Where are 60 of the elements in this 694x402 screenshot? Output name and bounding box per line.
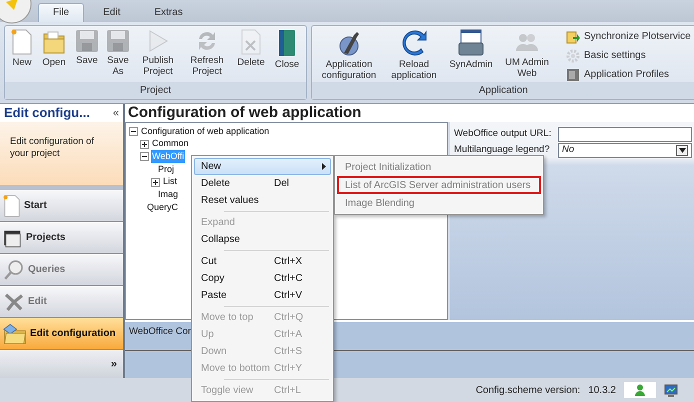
menu-item[interactable]: Collapse — [194, 231, 331, 248]
input-field[interactable] — [558, 127, 692, 142]
expander-icon[interactable] — [151, 178, 160, 187]
expander-icon[interactable] — [140, 152, 149, 162]
menu-item[interactable]: Copy Ctrl+C — [194, 270, 331, 287]
ribbon-button[interactable]: Reload application — [385, 29, 443, 82]
nav-button[interactable]: Edit configuration — [0, 318, 123, 350]
splitter-handle[interactable] — [0, 185, 123, 190]
field-label: Multilanguage legend? — [454, 143, 551, 158]
nav-button[interactable]: Projects — [0, 222, 123, 254]
play-icon — [147, 29, 169, 53]
document-x-icon — [240, 29, 262, 55]
book-icon — [277, 29, 297, 57]
toolbox-icon — [457, 29, 485, 57]
new-document-icon — [10, 29, 34, 55]
expander-icon[interactable] — [129, 126, 138, 136]
search-icon — [2, 258, 26, 281]
ribbon-button[interactable]: Open — [38, 29, 70, 82]
collapse-button[interactable]: « — [112, 104, 119, 122]
menu-item[interactable]: Paste Ctrl+V — [194, 287, 331, 304]
group-label: Project — [5, 82, 306, 99]
menu-tab[interactable]: Extras — [139, 3, 198, 22]
menu-item[interactable]: Delete Del — [194, 175, 331, 192]
menu-item[interactable]: Reset values — [194, 192, 331, 209]
menu-tab[interactable]: File — [38, 3, 84, 22]
panel-description: Edit configuration of your project — [0, 122, 123, 185]
page-title: Configuration of web application — [125, 104, 694, 122]
document-icon — [2, 194, 22, 217]
version-number: 10.3.2 — [588, 384, 616, 398]
menu-item[interactable]: New — [194, 158, 331, 175]
dropdown-icon — [678, 148, 686, 153]
monitor-icon — [664, 384, 678, 396]
status-label: Config.scheme version: — [476, 384, 580, 398]
ribbon-button[interactable]: Application configuration — [316, 29, 382, 82]
tree-item[interactable]: List — [162, 175, 178, 189]
tree-item[interactable]: Proj — [157, 162, 176, 176]
ribbon-button[interactable]: New — [9, 29, 35, 82]
panel-title: Edit configu... — [4, 104, 90, 122]
menu-tab[interactable]: Edit — [88, 3, 136, 22]
tree-item[interactable]: Configuration of web application — [140, 124, 270, 138]
tree-item[interactable]: Imag — [157, 188, 180, 202]
ribbon-button[interactable]: Close — [272, 29, 302, 82]
group-label: Application — [312, 82, 694, 99]
cabinet-icon — [566, 68, 580, 82]
tree-item[interactable]: Common — [151, 137, 190, 151]
expander-icon[interactable] — [140, 140, 149, 149]
select-field[interactable]: No — [558, 143, 692, 158]
field-label: WebOffice output URL: — [454, 127, 552, 142]
ribbon-button[interactable]: Application Profiles — [566, 67, 691, 82]
user-icon — [635, 384, 645, 396]
user-status[interactable] — [624, 382, 656, 398]
document-arrow-icon — [566, 30, 580, 44]
menu-item[interactable]: Cut Ctrl+X — [194, 253, 331, 270]
ribbon-button[interactable]: Synchronize Plotservice — [566, 29, 691, 44]
ribbon-button[interactable]: SynAdmin — [446, 29, 496, 82]
more-button[interactable]: » — [0, 350, 123, 378]
nav-button[interactable]: Start — [0, 190, 123, 222]
settings-icon — [566, 48, 580, 62]
reload-icon — [401, 29, 427, 57]
tree-item[interactable]: QueryC — [146, 200, 180, 214]
